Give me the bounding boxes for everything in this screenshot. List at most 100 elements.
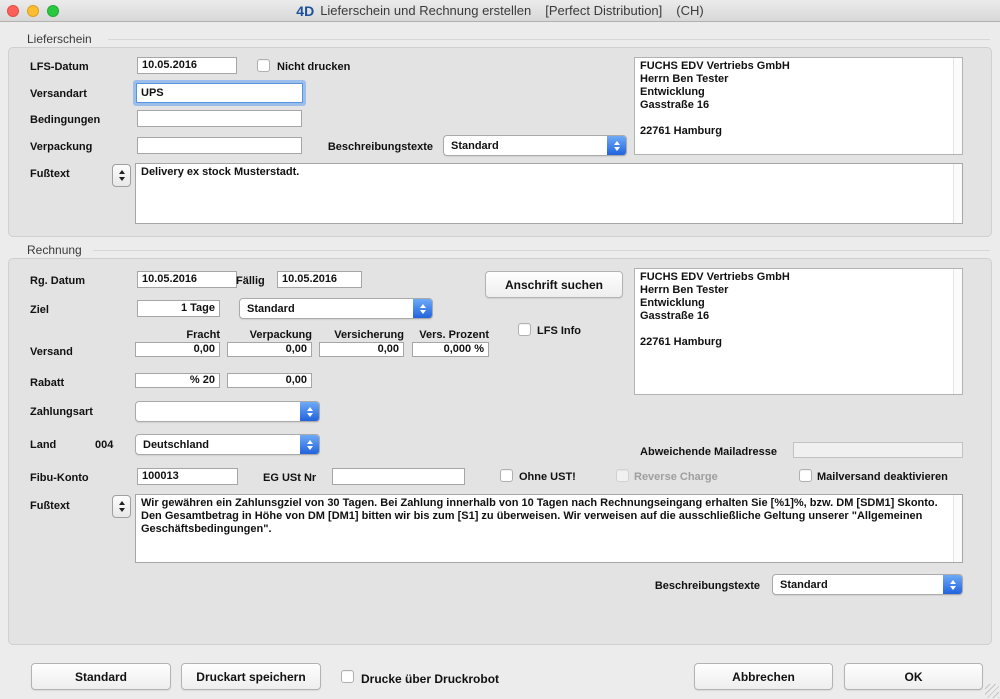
land-dropdown[interactable]: Deutschland: [135, 434, 320, 455]
col-verpackung-label: Verpackung: [227, 329, 312, 341]
address-line: Gasstraße 16: [640, 99, 957, 112]
standard-button[interactable]: Standard: [31, 663, 171, 690]
fusstext-rg-scrollbar[interactable]: [953, 495, 962, 562]
window-title: 4D Lieferschein und Rechnung erstellen […: [296, 3, 703, 19]
beschreibungstexte-ls-value: Standard: [444, 140, 607, 152]
ziel-label: Ziel: [30, 304, 49, 316]
eg-ust-label: EG USt Nr: [263, 472, 316, 484]
window-title-main: Lieferschein und Rechnung erstellen: [320, 3, 531, 18]
address-line: Herrn Ben Tester: [640, 73, 957, 86]
verpackung-label: Verpackung: [30, 141, 92, 153]
lfs-datum-field[interactable]: 10.05.2016: [137, 57, 237, 74]
address-line: 22761 Hamburg: [640, 125, 957, 138]
verpackung-kosten-field[interactable]: 0,00: [227, 342, 312, 357]
address-line: Gasstraße 16: [640, 310, 957, 323]
beschreibungstexte-rg-value: Standard: [773, 579, 943, 591]
fibu-konto-label: Fibu-Konto: [30, 472, 89, 484]
reverse-charge-checkbox: [616, 469, 629, 482]
lfs-info-label: LFS Info: [537, 325, 581, 337]
versicherung-field[interactable]: 0,00: [319, 342, 404, 357]
lfs-info-checkbox[interactable]: [518, 323, 531, 336]
vers-prozent-field[interactable]: 0,000 %: [412, 342, 489, 357]
versandart-field[interactable]: UPS: [136, 83, 303, 103]
rechnung-address-box[interactable]: FUCHS EDV Vertriebs GmbH Herrn Ben Teste…: [634, 268, 963, 395]
faellig-label: Fällig: [236, 275, 265, 287]
mailversand-deaktivieren-checkbox[interactable]: [799, 469, 812, 482]
fusstext-ls-stepper[interactable]: [112, 164, 131, 187]
fibu-konto-field[interactable]: 100013: [137, 468, 238, 485]
address-line: Entwicklung: [640, 86, 957, 99]
lieferschein-address-box[interactable]: FUCHS EDV Vertriebs GmbH Herrn Ben Teste…: [634, 57, 963, 155]
chevron-up-down-icon: [300, 402, 319, 421]
rabatt-prozent-field[interactable]: % 20: [135, 373, 220, 388]
beschreibungstexte-ls-dropdown[interactable]: Standard: [443, 135, 627, 156]
fusstext-rg-label: Fußtext: [30, 500, 70, 512]
faellig-field[interactable]: 10.05.2016: [277, 271, 362, 288]
ok-button[interactable]: OK: [844, 663, 983, 690]
rechnung-section-line: [93, 250, 990, 251]
nicht-drucken-checkbox[interactable]: [257, 59, 270, 72]
rabatt-betrag-field[interactable]: 0,00: [227, 373, 312, 388]
bedingungen-label: Bedingungen: [30, 114, 100, 126]
lfs-datum-label: LFS-Datum: [30, 61, 89, 73]
nicht-drucken-label: Nicht drucken: [277, 61, 350, 73]
stepper-down-icon: [119, 177, 125, 181]
address-line: Herrn Ben Tester: [640, 284, 957, 297]
stepper-down-icon: [119, 508, 125, 512]
close-button[interactable]: [7, 5, 19, 17]
ziel-dropdown[interactable]: Standard: [239, 298, 433, 319]
col-vers-prozent-label: Vers. Prozent: [404, 329, 489, 341]
bedingungen-field[interactable]: [137, 110, 302, 127]
rg-datum-label: Rg. Datum: [30, 275, 85, 287]
window-resize-grip[interactable]: [985, 684, 999, 698]
zahlungsart-dropdown[interactable]: [135, 401, 320, 422]
fusstext-rg-stepper[interactable]: [112, 495, 131, 518]
title-bar: 4D Lieferschein und Rechnung erstellen […: [0, 0, 1000, 22]
fusstext-ls-value: Delivery ex stock Musterstadt.: [141, 166, 299, 178]
window-title-region: (CH): [676, 3, 703, 18]
col-fracht-label: Fracht: [135, 329, 220, 341]
anschrift-suchen-button[interactable]: Anschrift suchen: [485, 271, 623, 298]
abbrechen-button[interactable]: Abbrechen: [694, 663, 833, 690]
mailversand-deaktivieren-label: Mailversand deaktivieren: [817, 471, 948, 483]
traffic-lights: [7, 5, 59, 17]
rg-datum-field[interactable]: 10.05.2016: [137, 271, 237, 288]
address-line: 22761 Hamburg: [640, 336, 957, 349]
address-line: [640, 112, 957, 125]
druckrobot-label: Drucke über Druckrobot: [361, 672, 499, 686]
ohne-ust-checkbox[interactable]: [500, 469, 513, 482]
land-label: Land: [30, 439, 56, 451]
eg-ust-field[interactable]: [332, 468, 465, 485]
address-line: FUCHS EDV Vertriebs GmbH: [640, 271, 957, 284]
ohne-ust-label: Ohne UST!: [519, 471, 576, 483]
fusstext-ls-scrollbar[interactable]: [953, 164, 962, 223]
verpackung-field[interactable]: [137, 137, 302, 154]
lieferschein-address-scrollbar[interactable]: [953, 58, 962, 154]
rechnung-section-label: Rechnung: [27, 243, 82, 257]
ziel-field[interactable]: 1 Tage: [137, 300, 220, 317]
rabatt-label: Rabatt: [30, 377, 64, 389]
address-line: FUCHS EDV Vertriebs GmbH: [640, 60, 957, 73]
chevron-up-down-icon: [943, 575, 962, 594]
chevron-up-down-icon: [413, 299, 432, 318]
chevron-up-down-icon: [300, 435, 319, 454]
fusstext-rg-textzone[interactable]: Wir gewähren ein Zahlunsgziel von 30 Tag…: [135, 494, 963, 563]
lieferschein-section-line: [108, 39, 990, 40]
col-versicherung-label: Versicherung: [319, 329, 404, 341]
rechnung-address-scrollbar[interactable]: [953, 269, 962, 394]
abweichende-mailadresse-field[interactable]: [793, 442, 963, 458]
address-line: [640, 323, 957, 336]
druckrobot-checkbox[interactable]: [341, 670, 354, 683]
druckart-speichern-button[interactable]: Druckart speichern: [181, 663, 321, 690]
land-code: 004: [95, 439, 113, 451]
4d-logo-icon: 4D: [296, 3, 314, 19]
lieferschein-section-label: Lieferschein: [27, 32, 92, 46]
minimize-button[interactable]: [27, 5, 39, 17]
beschreibungstexte-rg-dropdown[interactable]: Standard: [772, 574, 963, 595]
fusstext-ls-textzone[interactable]: Delivery ex stock Musterstadt.: [135, 163, 963, 224]
fracht-field[interactable]: 0,00: [135, 342, 220, 357]
zoom-button[interactable]: [47, 5, 59, 17]
versandart-label: Versandart: [30, 88, 87, 100]
land-value: Deutschland: [136, 439, 300, 451]
zahlungsart-label: Zahlungsart: [30, 406, 93, 418]
